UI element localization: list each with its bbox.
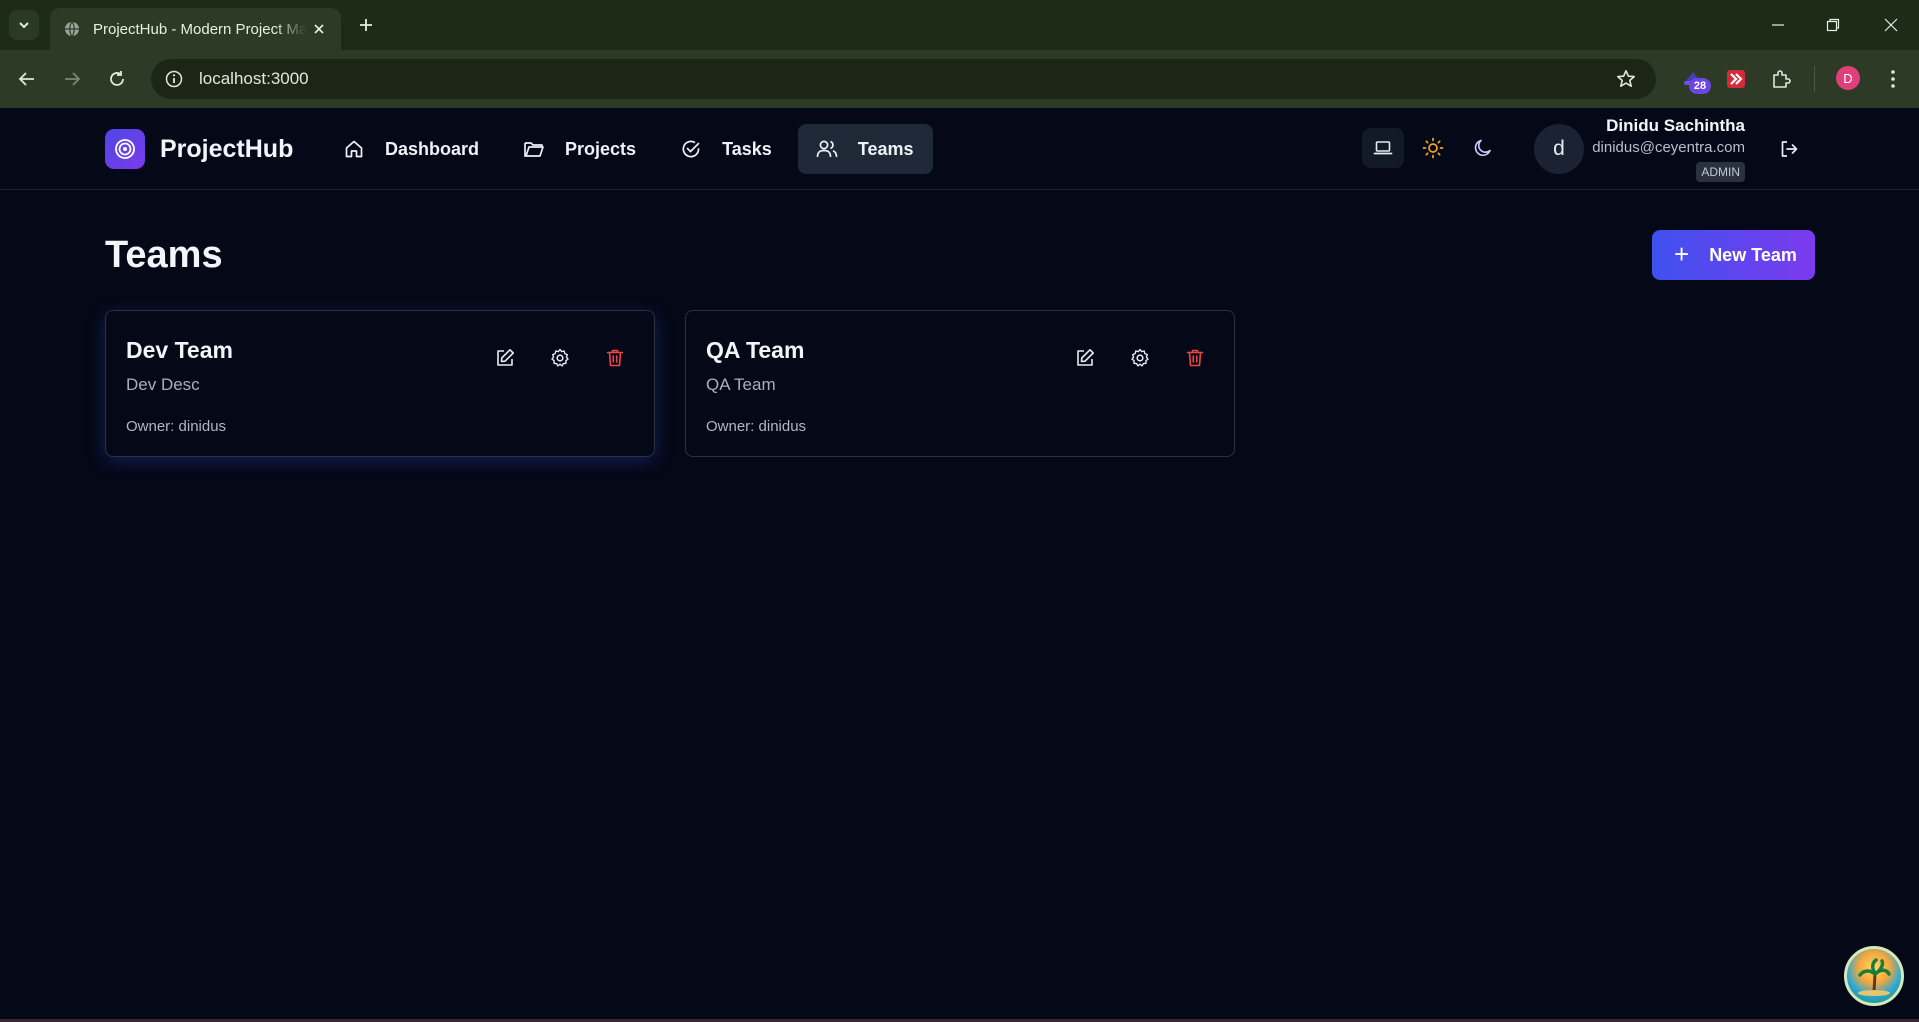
nav-label: Dashboard	[385, 138, 480, 159]
close-window-button[interactable]	[1876, 10, 1906, 40]
globe-icon	[63, 20, 81, 38]
close-icon	[1884, 18, 1898, 32]
user-email: dinidus@ceyentra.com	[1592, 139, 1745, 156]
arrow-left-icon	[18, 72, 34, 86]
sun-icon	[1422, 137, 1444, 159]
plus-icon	[360, 19, 372, 31]
browser-menu-button[interactable]	[1878, 64, 1908, 94]
site-info-icon[interactable]	[160, 65, 188, 93]
logout-button[interactable]	[1774, 134, 1804, 164]
forward-button[interactable]	[57, 64, 87, 94]
user-avatar[interactable]: d	[1534, 124, 1584, 174]
minimize-icon	[1772, 24, 1784, 26]
address-bar[interactable]: localhost:3000	[151, 59, 1656, 99]
nav-item-teams[interactable]: Teams	[797, 124, 934, 174]
reload-button[interactable]	[102, 64, 132, 94]
team-owner: Owner: dinidus	[706, 418, 807, 435]
nav-item-dashboard[interactable]: Dashboard	[325, 124, 499, 174]
team-card-actions	[467, 341, 632, 375]
laptop-icon	[1373, 141, 1393, 155]
check-circle-icon	[680, 138, 702, 160]
trash-icon	[606, 349, 624, 367]
minimize-button[interactable]	[1763, 10, 1793, 40]
browser-profile-avatar[interactable]: D	[1836, 66, 1860, 90]
restore-button[interactable]	[1818, 10, 1848, 40]
user-name: Dinidu Sachintha	[1606, 116, 1745, 135]
logout-icon	[1781, 141, 1798, 157]
tab-close-icon[interactable]	[309, 19, 329, 39]
theme-dark-button[interactable]	[1462, 128, 1504, 168]
restore-icon	[1826, 18, 1840, 32]
main-nav: Dashboard Projects Tasks Teams	[325, 124, 939, 174]
plus-icon: +	[1674, 238, 1690, 269]
more-vertical-icon	[1891, 70, 1895, 88]
tab-title: ProjectHub - Modern Project Management	[93, 20, 307, 38]
extension-red-icon	[1727, 70, 1745, 88]
brand-name: ProjectHub	[160, 134, 294, 163]
team-name: QA Team	[706, 337, 805, 363]
puzzle-icon	[1773, 70, 1791, 88]
tab-search-button[interactable]	[9, 10, 39, 40]
nav-item-projects[interactable]: Projects	[505, 124, 656, 174]
new-team-button[interactable]: + New Team	[1652, 230, 1815, 280]
folder-icon	[523, 138, 545, 160]
theme-switcher	[1362, 128, 1512, 168]
extension-button-2[interactable]	[1721, 64, 1751, 94]
edit-team-button[interactable]	[488, 341, 522, 375]
new-team-label: New Team	[1709, 244, 1797, 265]
nav-label: Teams	[857, 138, 914, 159]
palm-tree-icon	[1858, 958, 1891, 996]
nav-label: Projects	[565, 138, 637, 159]
team-card-actions	[1047, 341, 1212, 375]
users-icon	[816, 138, 838, 160]
arrow-right-icon	[65, 72, 81, 86]
gear-icon	[1131, 348, 1149, 367]
team-description: Dev Desc	[126, 375, 200, 394]
browser-toolbar: localhost:3000 28	[0, 50, 1919, 108]
extension-badge: 28	[1689, 78, 1711, 94]
theme-light-button[interactable]	[1412, 128, 1454, 168]
edit-icon	[1077, 349, 1094, 366]
url-text: localhost:3000	[199, 69, 309, 88]
team-card[interactable]: Dev Team Dev Desc Owner: dinidus	[105, 310, 655, 457]
browser-tabstrip: ProjectHub - Modern Project Management	[0, 0, 1919, 50]
team-settings-button[interactable]	[1123, 341, 1157, 375]
extension-button[interactable]: 28	[1678, 64, 1711, 94]
chevron-down-icon	[19, 22, 29, 29]
delete-team-button[interactable]	[1178, 341, 1212, 375]
team-owner: Owner: dinidus	[126, 418, 227, 435]
reload-icon	[110, 71, 124, 86]
bookmark-star-icon[interactable]	[1614, 67, 1638, 91]
moon-icon	[1474, 139, 1491, 157]
app-header: ProjectHub Dashboard Projects Tasks Team…	[0, 108, 1919, 190]
trash-icon	[1186, 349, 1204, 367]
home-icon	[343, 138, 365, 160]
edit-team-button[interactable]	[1068, 341, 1102, 375]
extensions-menu-button[interactable]	[1766, 64, 1796, 94]
toolbar-separator	[1814, 66, 1815, 92]
gear-icon	[551, 348, 569, 367]
nav-label: Tasks	[722, 138, 772, 159]
edit-icon	[497, 349, 514, 366]
theme-system-button[interactable]	[1362, 128, 1404, 168]
team-settings-button[interactable]	[543, 341, 577, 375]
target-icon	[105, 129, 145, 169]
team-name: Dev Team	[126, 337, 233, 363]
role-badge: ADMIN	[1696, 162, 1745, 182]
browser-tab[interactable]: ProjectHub - Modern Project Management	[50, 8, 341, 50]
back-button[interactable]	[12, 64, 42, 94]
team-card[interactable]: QA Team QA Team Owner: dinidus	[685, 310, 1235, 457]
page-title: Teams	[105, 234, 223, 276]
new-tab-button[interactable]	[352, 11, 380, 39]
nav-item-tasks[interactable]: Tasks	[662, 124, 792, 174]
team-description: QA Team	[706, 375, 776, 394]
delete-team-button[interactable]	[598, 341, 632, 375]
brand[interactable]: ProjectHub	[105, 129, 293, 169]
floating-assistant-button[interactable]	[1844, 946, 1904, 1006]
